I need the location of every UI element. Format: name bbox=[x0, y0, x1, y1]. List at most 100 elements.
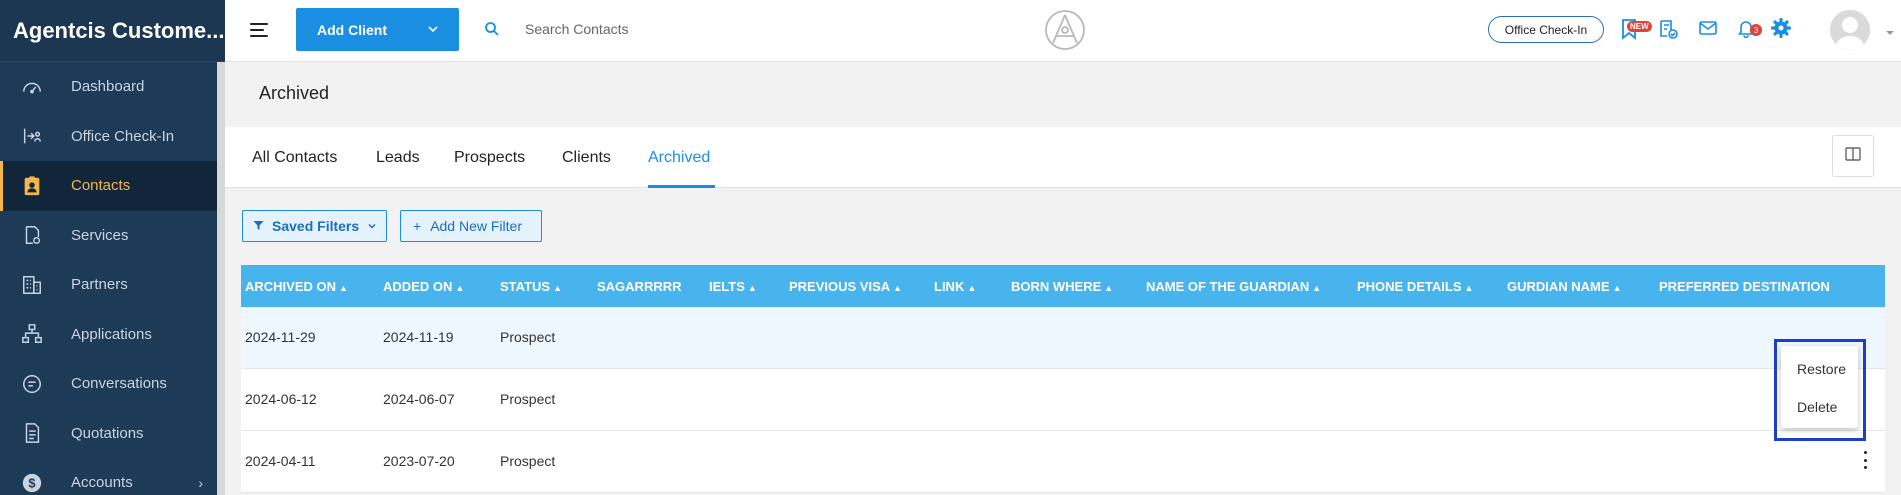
sort-icon: ▲︎ bbox=[967, 283, 977, 293]
filter-icon bbox=[253, 218, 264, 234]
table-row[interactable]: 2024-06-12 2024-06-07 Prospect bbox=[241, 369, 1885, 431]
sidebar-item-accounts[interactable]: $ Accounts › bbox=[0, 458, 217, 495]
contact-card-icon bbox=[20, 174, 44, 198]
sidebar-item-services[interactable]: Services bbox=[0, 211, 217, 261]
sidebar-item-label: Partners bbox=[71, 276, 128, 294]
building-icon bbox=[20, 273, 44, 297]
search-icon bbox=[484, 21, 500, 42]
search-input[interactable] bbox=[525, 18, 775, 40]
task-check-icon[interactable] bbox=[1657, 18, 1679, 45]
column-header[interactable]: GURDIAN NAME ▲︎ bbox=[1507, 279, 1621, 294]
avatar[interactable] bbox=[1830, 10, 1870, 50]
add-filter-label: Add New Filter bbox=[430, 218, 522, 234]
app-title: Agentcis Custome... bbox=[0, 0, 225, 62]
new-badge: NEW bbox=[1627, 21, 1652, 32]
column-header[interactable]: SAGARRRRR bbox=[597, 279, 682, 294]
active-tab-indicator bbox=[648, 185, 715, 188]
columns-icon bbox=[1845, 146, 1861, 166]
saved-filters-label: Saved Filters bbox=[272, 218, 360, 234]
column-header[interactable]: IELTS ▲︎ bbox=[709, 279, 757, 294]
sort-icon: ▲︎ bbox=[893, 283, 903, 293]
gear-icon[interactable] bbox=[1770, 17, 1792, 43]
sidebar-item-office-check-in[interactable]: Office Check-In bbox=[0, 112, 217, 162]
tab-archived[interactable]: Archived bbox=[648, 149, 710, 167]
column-header[interactable]: LINK ▲︎ bbox=[934, 279, 976, 294]
archived-on-cell: 2024-11-29 bbox=[245, 329, 316, 345]
archived-on-cell: 2024-06-12 bbox=[245, 391, 317, 407]
chevron-down-icon[interactable] bbox=[1885, 25, 1895, 43]
more-actions-icon[interactable] bbox=[1862, 451, 1868, 469]
column-layout-button[interactable] bbox=[1832, 135, 1874, 177]
status-cell: Prospect bbox=[500, 391, 556, 407]
mail-icon[interactable] bbox=[1698, 18, 1718, 43]
sort-icon: ▲︎ bbox=[1104, 283, 1114, 293]
tab-all-contacts[interactable]: All Contacts bbox=[252, 149, 337, 167]
sort-icon: ▲︎ bbox=[455, 283, 465, 293]
tab-clients[interactable]: Clients bbox=[562, 149, 611, 167]
added-on-cell: 2023-07-20 bbox=[383, 453, 455, 469]
sort-icon: ▲︎ bbox=[339, 283, 348, 293]
add-client-label: Add Client bbox=[317, 21, 387, 38]
added-on-cell: 2024-11-19 bbox=[383, 329, 454, 345]
chevron-down-icon bbox=[367, 218, 377, 234]
sidebar-item-contacts[interactable]: Contacts bbox=[0, 161, 217, 211]
table-row[interactable]: 2024-04-11 2023-07-20 Prospect bbox=[241, 431, 1885, 493]
contact-tabs: All Contacts Leads Prospects Clients Arc… bbox=[225, 127, 1901, 188]
column-header[interactable]: ADDED ON ▲︎ bbox=[383, 279, 464, 294]
row-actions-menu: Restore Delete bbox=[1781, 346, 1858, 428]
column-header[interactable]: ARCHIVED ON ▲︎ bbox=[245, 279, 348, 294]
sidebar-item-label: Contacts bbox=[71, 177, 131, 195]
column-header[interactable]: PHONE DETAILS ▲︎ bbox=[1357, 279, 1473, 294]
status-cell: Prospect bbox=[500, 453, 556, 469]
chat-icon bbox=[20, 372, 44, 396]
column-header[interactable]: STATUS ▲︎ bbox=[500, 279, 562, 294]
sidebar-scrollbar[interactable] bbox=[217, 62, 225, 495]
table-header: ARCHIVED ON ▲︎ ADDED ON ▲︎ STATUS ▲︎ SAGARR… bbox=[241, 265, 1885, 307]
tab-prospects[interactable]: Prospects bbox=[454, 149, 525, 167]
column-header[interactable]: PREFERRED DESTINATION bbox=[1659, 279, 1830, 294]
restore-menu-item[interactable]: Restore bbox=[1797, 361, 1846, 377]
speedometer-icon bbox=[20, 75, 44, 99]
sort-icon: ▲︎ bbox=[1612, 283, 1622, 293]
saved-filters-button[interactable]: Saved Filters bbox=[242, 210, 387, 242]
sidebar-item-label: Conversations bbox=[71, 375, 167, 393]
dollar-icon: $ bbox=[20, 471, 44, 495]
sidebar-item-label: Applications bbox=[71, 325, 152, 343]
archived-contacts-table: ARCHIVED ON ▲︎ ADDED ON ▲︎ STATUS ▲︎ SAGARR… bbox=[241, 265, 1885, 493]
checkin-icon bbox=[20, 124, 44, 148]
sidebar-item-applications[interactable]: Applications bbox=[0, 310, 217, 360]
sidebar: Agentcis Custome... Dashboard Office Che… bbox=[0, 0, 225, 495]
tab-leads[interactable]: Leads bbox=[376, 149, 420, 167]
sidebar-item-label: Office Check-In bbox=[71, 127, 175, 145]
sidebar-item-label: Accounts bbox=[71, 474, 133, 492]
add-new-filter-button[interactable]: + Add New Filter bbox=[400, 210, 542, 242]
sort-icon: ▲︎ bbox=[747, 283, 757, 293]
flow-icon bbox=[20, 322, 44, 346]
sidebar-item-label: Dashboard bbox=[71, 78, 145, 96]
archived-on-cell: 2024-04-11 bbox=[245, 453, 316, 469]
plus-icon: + bbox=[413, 218, 422, 234]
svg-text:$: $ bbox=[28, 475, 35, 490]
column-header[interactable]: NAME OF THE GUARDIAN ▲︎ bbox=[1146, 279, 1321, 294]
delete-menu-item[interactable]: Delete bbox=[1797, 399, 1837, 415]
table-row[interactable]: 2024-11-29 2024-11-19 Prospect bbox=[241, 307, 1885, 369]
topbar: Add Client Office Check-In NEW 3 bbox=[225, 0, 1901, 62]
chevron-down-icon[interactable] bbox=[427, 22, 439, 38]
page-title: Archived bbox=[259, 83, 330, 103]
add-client-button[interactable]: Add Client bbox=[296, 8, 459, 51]
office-checkin-button[interactable]: Office Check-In bbox=[1488, 16, 1604, 43]
status-cell: Prospect bbox=[500, 329, 556, 345]
sidebar-item-dashboard[interactable]: Dashboard bbox=[0, 62, 217, 112]
sidebar-item-label: Quotations bbox=[71, 424, 144, 442]
sidebar-item-quotations[interactable]: Quotations bbox=[0, 409, 217, 459]
document-icon bbox=[20, 421, 44, 445]
company-logo bbox=[1044, 9, 1086, 56]
sidebar-item-conversations[interactable]: Conversations bbox=[0, 359, 217, 409]
sort-icon: ▲︎ bbox=[1312, 283, 1322, 293]
column-header[interactable]: PREVIOUS VISA ▲︎ bbox=[789, 279, 902, 294]
column-header[interactable]: BORN WHERE ▲︎ bbox=[1011, 279, 1113, 294]
sort-icon: ▲︎ bbox=[553, 283, 562, 293]
sort-icon: ▲︎ bbox=[1464, 283, 1474, 293]
sidebar-item-partners[interactable]: Partners bbox=[0, 260, 217, 310]
menu-toggle-icon[interactable] bbox=[250, 23, 270, 39]
